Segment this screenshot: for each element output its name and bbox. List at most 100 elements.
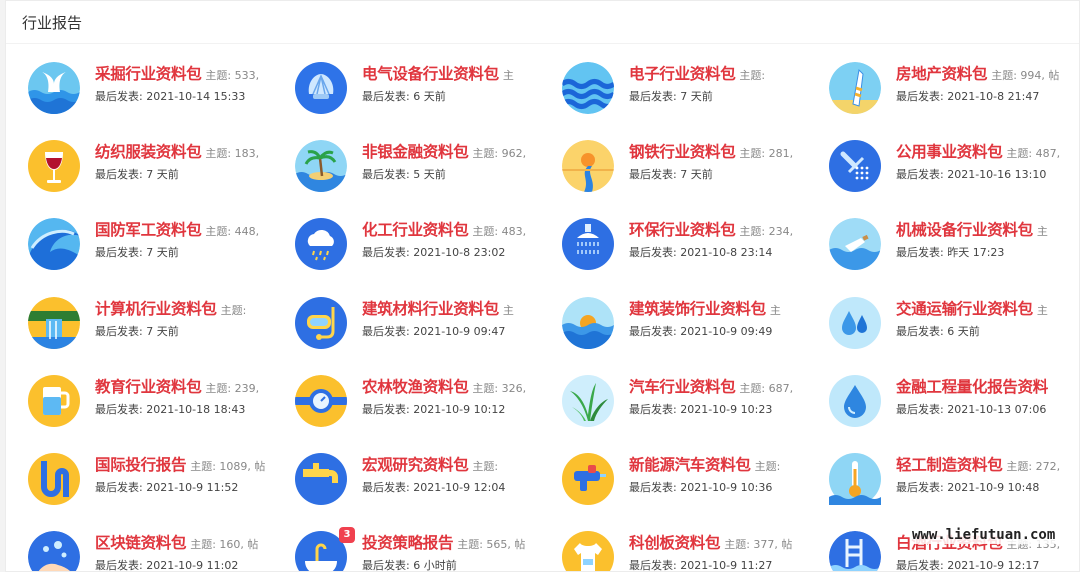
forum-name-link[interactable]: 汽车行业资料包 [629, 378, 736, 396]
forum-stats: 主题: [472, 460, 499, 473]
forum-item[interactable]: 金融工程量化报告资料 最后发表: 2021-10-13 07:06 [827, 371, 1079, 431]
forum-item[interactable]: 公用事业资料包 主题: 487, 最后发表: 2021-10-16 13:10 [827, 136, 1079, 196]
forum-info: 房地产资料包 主题: 994, 帖 最后发表: 2021-10-8 21:47 [896, 62, 1079, 112]
whale-tail-icon[interactable] [28, 62, 80, 114]
forum-stats: 主题: 281, [739, 147, 794, 161]
forum-last-post: 最后发表: 6 天前 [362, 90, 446, 103]
forum-item[interactable]: 汽车行业资料包 主题: 687, 最后发表: 2021-10-9 10:23 [560, 371, 826, 431]
forum-item[interactable]: 科创板资料包 主题: 377, 帖 最后发表: 2021-10-9 11:27 [560, 527, 826, 571]
forum-info: 建筑装饰行业资料包主 最后发表: 2021-10-9 09:49 [629, 297, 826, 347]
rain-cloud-icon[interactable] [295, 218, 347, 271]
shower-icon[interactable] [829, 140, 881, 193]
forum-name-link[interactable]: 金融工程量化报告资料 [896, 378, 1048, 396]
forum-name-link[interactable]: 投资策略报告 [362, 534, 454, 552]
water-drops-icon[interactable] [829, 296, 881, 349]
forum-name-link[interactable]: 区块链资料包 [95, 534, 187, 552]
sea-sunset-icon[interactable] [562, 296, 614, 349]
forum-item[interactable]: 教育行业资料包 主题: 239, 最后发表: 2021-10-18 18:43 [26, 371, 292, 431]
forum-name-link[interactable]: 机械设备行业资料包 [896, 221, 1033, 239]
waterfall-icon[interactable] [28, 296, 80, 349]
forum-info: 采掘行业资料包 主题: 533, 最后发表: 2021-10-14 15:33 [95, 62, 292, 112]
forum-item[interactable]: 计算机行业资料包 主题: 最后发表: 7 天前 [26, 293, 292, 353]
forum-item[interactable]: 宏观研究资料包 主题: 最后发表: 2021-10-9 12:04 [293, 449, 559, 509]
forum-name-link[interactable]: 新能源汽车资料包 [629, 456, 751, 474]
forum-last-post: 最后发表: 2021-10-14 15:33 [95, 90, 246, 103]
faucet-icon[interactable] [295, 453, 347, 505]
forum-name-link[interactable]: 公用事业资料包 [896, 143, 1003, 161]
forum-name-link[interactable]: 房地产资料包 [896, 65, 988, 83]
forum-stats: 主题: 272, [1006, 460, 1061, 473]
water-meter-icon[interactable] [295, 374, 347, 427]
forum-item[interactable]: 钢铁行业资料包 主题: 281, 最后发表: 7 天前 [560, 136, 826, 196]
forum-stats: 主 [502, 303, 514, 317]
forum-item[interactable]: 环保行业资料包 主题: 234, 最后发表: 2021-10-8 23:14 [560, 214, 826, 274]
forum-name-link[interactable]: 采掘行业资料包 [95, 65, 202, 83]
forum-item[interactable]: 建筑材料行业资料包主 最后发表: 2021-10-9 09:47 [293, 293, 559, 353]
forum-name-link[interactable]: 环保行业资料包 [629, 221, 736, 239]
water-drop-icon[interactable] [829, 374, 881, 427]
pool-ladder-icon[interactable] [829, 531, 881, 571]
forum-name-link[interactable]: 建筑材料行业资料包 [362, 300, 499, 318]
forum-item[interactable]: 纺织服装资料包 主题: 183, 最后发表: 7 天前 [26, 136, 292, 196]
forum-item[interactable]: 采掘行业资料包 主题: 533, 最后发表: 2021-10-14 15:33 [26, 58, 292, 118]
forum-last-post: 最后发表: 2021-10-13 07:06 [896, 402, 1047, 416]
forum-name-link[interactable]: 计算机行业资料包 [95, 300, 217, 318]
hand-wash-icon[interactable] [28, 531, 80, 571]
forum-name-link[interactable]: 宏观研究资料包 [362, 456, 469, 474]
forum-info: 轻工制造资料包 主题: 272, 最后发表: 2021-10-9 10:48 [896, 453, 1079, 503]
forum-name-link[interactable]: 纺织服装资料包 [95, 143, 202, 161]
forum-name-link[interactable]: 建筑装饰行业资料包 [629, 300, 766, 318]
tshirt-icon[interactable] [562, 531, 614, 571]
thermometer-icon[interactable] [829, 453, 881, 505]
shell-icon[interactable] [295, 62, 347, 114]
forum-info: 建筑材料行业资料包主 最后发表: 2021-10-9 09:47 [362, 297, 559, 347]
panel-title: 行业报告 [22, 14, 83, 32]
forum-info: 电气设备行业资料包主 最后发表: 6 天前 [362, 62, 559, 112]
forum-info: 农林牧渔资料包 主题: 326, 最后发表: 2021-10-9 10:12 [362, 375, 559, 425]
diving-mask-icon[interactable] [295, 296, 347, 349]
forum-name-link[interactable]: 非银金融资料包 [362, 143, 469, 161]
shower-head-icon[interactable] [562, 218, 614, 271]
aloe-plant-icon[interactable] [562, 374, 614, 427]
forum-item[interactable]: 化工行业资料包 主题: 483, 最后发表: 2021-10-8 23:02 [293, 214, 559, 274]
wine-glass-icon[interactable] [28, 140, 80, 193]
forum-name-link[interactable]: 交通运输行业资料包 [896, 300, 1033, 318]
forum-item[interactable]: 区块链资料包 主题: 160, 帖 最后发表: 2021-10-9 11:02 [26, 527, 292, 572]
forum-item[interactable]: 房地产资料包 主题: 994, 帖 最后发表: 2021-10-8 21:47 [827, 58, 1079, 118]
forum-name-link[interactable]: 钢铁行业资料包 [629, 143, 736, 161]
forum-info: 宏观研究资料包 主题: 最后发表: 2021-10-9 12:04 [362, 453, 559, 503]
forum-item[interactable]: 机械设备行业资料包主 最后发表: 昨天 17:23 [827, 214, 1079, 274]
forum-name-link[interactable]: 农林牧渔资料包 [362, 378, 469, 396]
forum-name-link[interactable]: 电子行业资料包 [629, 65, 736, 83]
forum-item[interactable]: 新能源汽车资料包 主题: 最后发表: 2021-10-9 10:36 [560, 449, 826, 509]
bottle-sea-icon[interactable] [829, 218, 881, 271]
big-wave-icon[interactable] [28, 218, 80, 271]
forum-name-link[interactable]: 化工行业资料包 [362, 221, 469, 239]
palm-island-icon[interactable] [295, 140, 347, 193]
forum-name-link[interactable]: 轻工制造资料包 [896, 456, 1003, 474]
surfboard-icon[interactable] [829, 62, 881, 114]
pipe-icon[interactable] [28, 453, 80, 505]
forum-last-post: 最后发表: 2021-10-9 11:02 [95, 559, 239, 572]
waves-icon[interactable] [562, 62, 614, 114]
forum-info: 新能源汽车资料包 主题: 最后发表: 2021-10-9 10:36 [629, 453, 826, 503]
forum-item[interactable]: 交通运输行业资料包主 最后发表: 6 天前 [827, 293, 1079, 353]
forum-item[interactable]: 轻工制造资料包 主题: 272, 最后发表: 2021-10-9 10:48 [827, 449, 1079, 509]
forum-name-link[interactable]: 国防军工资料包 [95, 221, 202, 239]
forum-item[interactable]: 国防军工资料包 主题: 448, 最后发表: 7 天前 [26, 214, 292, 274]
forum-name-link[interactable]: 教育行业资料包 [95, 378, 202, 396]
forum-item[interactable]: 非银金融资料包 主题: 962, 最后发表: 5 天前 [293, 136, 559, 196]
forum-item[interactable]: 3 投资策略报告 主题: 565, 帖 最后发表: 6 小时前 [293, 527, 559, 571]
forum-name-link[interactable]: 科创板资料包 [629, 534, 721, 552]
forum-item[interactable]: 农林牧渔资料包 主题: 326, 最后发表: 2021-10-9 10:12 [293, 371, 559, 431]
forum-name-link[interactable]: 国际投行报告 [95, 456, 187, 474]
sink-icon[interactable]: 3 [295, 527, 355, 571]
river-sunset-icon[interactable] [562, 140, 614, 193]
forum-item[interactable]: 电气设备行业资料包主 最后发表: 6 天前 [293, 58, 559, 118]
forum-item[interactable]: 电子行业资料包 主题: 最后发表: 7 天前 [560, 58, 826, 118]
water-gun-icon[interactable] [562, 453, 614, 505]
forum-item[interactable]: 建筑装饰行业资料包主 最后发表: 2021-10-9 09:49 [560, 293, 826, 353]
forum-item[interactable]: 国际投行报告 主题: 1089, 帖 最后发表: 2021-10-9 11:52 [26, 449, 292, 509]
forum-name-link[interactable]: 电气设备行业资料包 [362, 65, 499, 83]
water-glass-icon[interactable] [28, 374, 80, 427]
